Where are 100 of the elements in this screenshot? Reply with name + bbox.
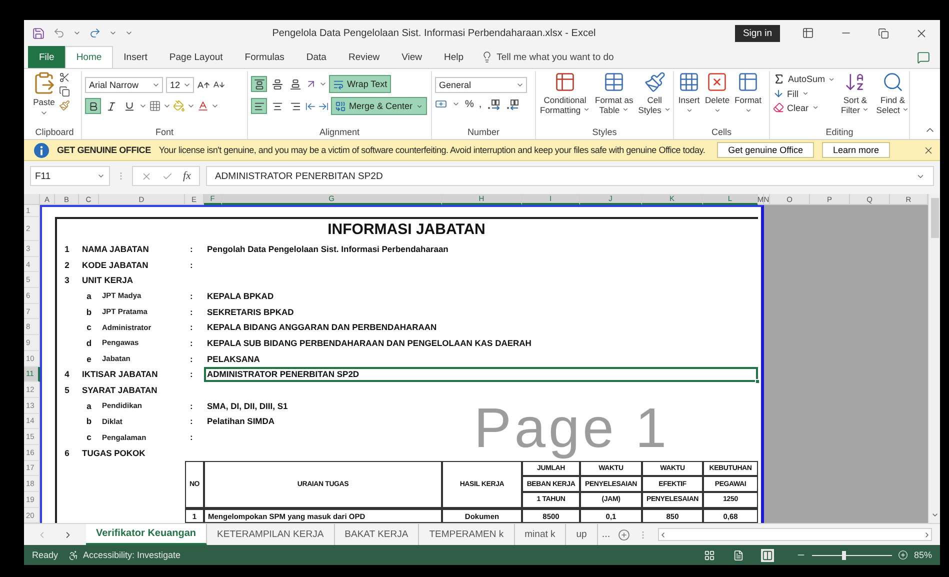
ribbon-tab[interactable]: Help bbox=[433, 46, 475, 68]
caret-icon[interactable] bbox=[828, 76, 836, 82]
ribbon-tab[interactable]: Insert bbox=[112, 46, 158, 68]
find-select-button[interactable]: Find & Select bbox=[875, 71, 910, 127]
sigma-icon[interactable] bbox=[773, 73, 785, 85]
wrap-text-icon[interactable] bbox=[333, 78, 344, 90]
fill-color-icon[interactable] bbox=[173, 100, 185, 112]
font-size-field[interactable]: 12 bbox=[166, 77, 194, 93]
accessibility-status[interactable]: Accessibility: Investigate bbox=[83, 550, 181, 560]
caret-icon[interactable] bbox=[622, 106, 629, 113]
paintbrush-icon[interactable] bbox=[644, 71, 666, 93]
vertical-scrollbar[interactable] bbox=[928, 194, 940, 523]
caret-icon[interactable] bbox=[319, 80, 327, 88]
insert-function-button[interactable]: fx bbox=[183, 170, 191, 182]
caret-icon[interactable] bbox=[73, 29, 81, 37]
more-sheets-button[interactable]: ... bbox=[598, 524, 614, 545]
scroll-thumb[interactable] bbox=[930, 198, 938, 238]
comments-icon[interactable] bbox=[917, 50, 930, 64]
message-button[interactable]: Get genuine Office bbox=[717, 142, 814, 158]
ribbon-tab[interactable]: Review bbox=[337, 46, 391, 68]
increase-indent-icon[interactable] bbox=[318, 100, 329, 112]
format-painter-icon[interactable] bbox=[59, 100, 70, 111]
restore-icon[interactable] bbox=[878, 28, 889, 38]
table-icon[interactable] bbox=[603, 71, 626, 93]
cells-button[interactable]: Format bbox=[734, 71, 762, 127]
paste-icon[interactable] bbox=[32, 71, 56, 95]
formula-field[interactable]: ADMINISTRATOR PENERBITAN SP2D bbox=[206, 166, 934, 186]
number-format-field[interactable]: General bbox=[435, 77, 527, 93]
clear-button[interactable]: Clear bbox=[773, 102, 836, 113]
styles-button[interactable]: Cell Styles bbox=[637, 71, 672, 127]
decrease-decimal-icon[interactable] bbox=[506, 98, 520, 110]
caret-icon[interactable] bbox=[744, 107, 752, 114]
cut-icon[interactable] bbox=[59, 72, 70, 83]
increase-decimal-icon[interactable] bbox=[486, 98, 501, 110]
caret-icon[interactable] bbox=[40, 109, 48, 117]
caret-icon[interactable] bbox=[862, 106, 870, 113]
ribbon-tab[interactable]: Page Layout bbox=[158, 46, 234, 68]
caret-icon[interactable] bbox=[187, 102, 195, 110]
name-box[interactable]: F11 bbox=[30, 166, 110, 186]
caret-icon[interactable] bbox=[211, 102, 219, 110]
format-cells-icon[interactable] bbox=[737, 71, 760, 93]
autosum-button[interactable]: AutoSum bbox=[773, 73, 836, 85]
sort-filter-button[interactable]: Sort & Filter bbox=[840, 71, 870, 127]
fill-down-icon[interactable] bbox=[773, 88, 784, 99]
save-icon[interactable] bbox=[32, 26, 45, 40]
copy-icon[interactable] bbox=[59, 86, 70, 97]
delete-cells-icon[interactable] bbox=[706, 71, 728, 93]
enter-icon[interactable] bbox=[162, 170, 173, 182]
fill-button[interactable]: Fill bbox=[773, 88, 836, 99]
comma-style-button[interactable]: , bbox=[478, 98, 482, 110]
lightbulb-icon[interactable] bbox=[480, 51, 493, 63]
zoom-in-icon[interactable] bbox=[898, 550, 908, 560]
caret-icon[interactable] bbox=[416, 102, 423, 110]
zoom-thumb[interactable] bbox=[842, 550, 846, 560]
add-sheet-icon[interactable] bbox=[618, 528, 630, 540]
redo-icon[interactable] bbox=[89, 27, 101, 39]
sheet-tab[interactable]: Verifikator Keuangan bbox=[86, 524, 208, 545]
caret-icon[interactable] bbox=[714, 107, 721, 114]
eraser-icon[interactable] bbox=[773, 102, 784, 113]
merge-center-button[interactable]: Merge & Center bbox=[331, 97, 427, 115]
borders-icon[interactable] bbox=[149, 100, 161, 112]
font-color-icon[interactable] bbox=[197, 100, 209, 112]
caret-icon[interactable] bbox=[163, 102, 171, 110]
ribbon-tab[interactable]: Home bbox=[65, 46, 113, 68]
search-icon[interactable] bbox=[882, 71, 904, 93]
caret-icon[interactable] bbox=[97, 172, 105, 180]
paste-button[interactable]: Paste bbox=[31, 71, 57, 127]
caret-icon[interactable] bbox=[583, 106, 590, 113]
styles-button[interactable]: Format as Table bbox=[594, 71, 634, 127]
insert-cells-icon[interactable] bbox=[678, 71, 700, 93]
file-tab[interactable]: File bbox=[28, 46, 66, 68]
fill-handle[interactable] bbox=[755, 379, 760, 384]
orientation-icon[interactable] bbox=[305, 78, 317, 90]
close-icon[interactable] bbox=[923, 144, 934, 156]
horizontal-scrollbar[interactable] bbox=[658, 528, 932, 541]
accessibility-icon[interactable] bbox=[68, 550, 80, 560]
accounting-format-icon[interactable] bbox=[435, 98, 447, 110]
undo-icon[interactable] bbox=[53, 27, 65, 39]
ribbon-tab[interactable]: Formulas bbox=[234, 46, 296, 68]
caret-icon[interactable] bbox=[452, 100, 460, 108]
caret-icon[interactable] bbox=[152, 81, 160, 89]
caret-icon[interactable] bbox=[516, 81, 524, 89]
caret-icon[interactable] bbox=[664, 106, 671, 113]
percent-style-button[interactable]: % bbox=[465, 98, 474, 110]
caret-icon[interactable] bbox=[902, 106, 910, 113]
merge-icon[interactable] bbox=[335, 100, 346, 112]
caret-icon[interactable] bbox=[183, 81, 191, 89]
selected-cell[interactable] bbox=[204, 366, 758, 382]
tell-me-search[interactable]: Tell me what you want to do bbox=[496, 52, 614, 62]
scroll-down-icon[interactable] bbox=[930, 511, 938, 519]
ribbon-tab[interactable]: View bbox=[390, 46, 434, 68]
wrap-text-button[interactable]: Wrap Text bbox=[329, 75, 392, 93]
styles-button[interactable]: Conditional Formatting bbox=[539, 71, 591, 127]
sign-in-button[interactable]: Sign in bbox=[734, 24, 780, 42]
ribbon-tab[interactable]: Data bbox=[295, 46, 338, 68]
caret-icon[interactable] bbox=[686, 107, 692, 114]
decrease-indent-icon[interactable] bbox=[305, 100, 316, 112]
scroll-right-icon[interactable] bbox=[923, 530, 931, 538]
cancel-icon[interactable] bbox=[141, 170, 152, 182]
cells-button[interactable]: Delete bbox=[704, 71, 731, 127]
